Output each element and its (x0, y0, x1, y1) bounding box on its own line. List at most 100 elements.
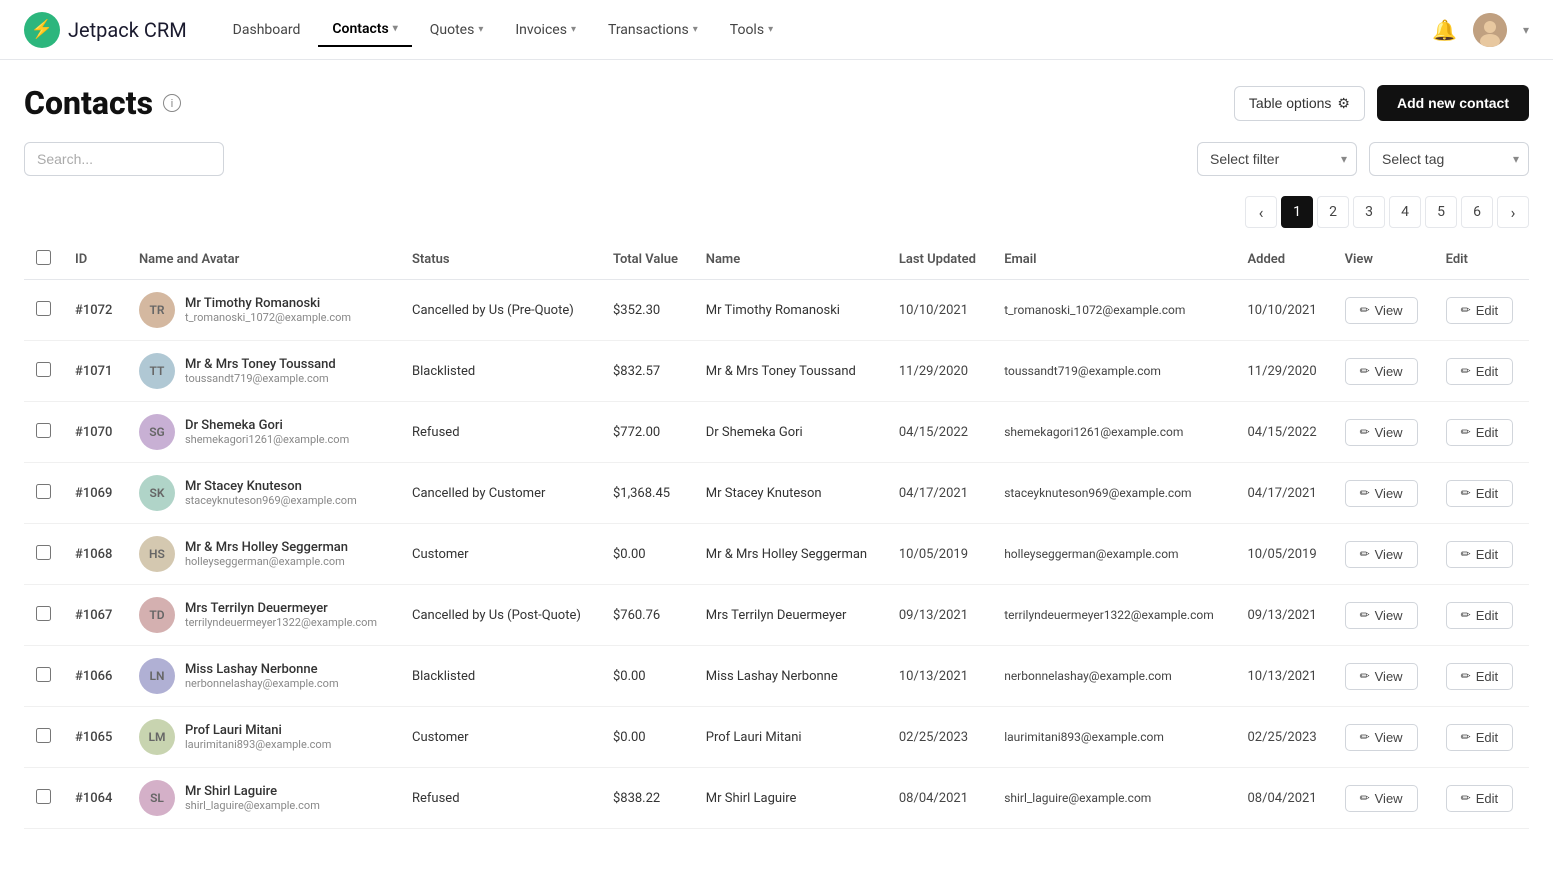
gear-icon: ⚙ (1337, 95, 1350, 112)
table-row: #1068 HS Mr & Mrs Holley Seggerman holle… (24, 524, 1529, 585)
chevron-down-icon: ▾ (693, 24, 698, 35)
row-last-updated: 02/25/2023 (887, 707, 992, 768)
edit-button[interactable]: ✏ Edit (1446, 358, 1513, 385)
row-id: #1065 (63, 707, 127, 768)
view-button[interactable]: ✏ View (1345, 358, 1418, 385)
row-full-name: Mr & Mrs Holley Seggerman (694, 524, 887, 585)
row-total-value: $838.22 (601, 768, 694, 829)
contact-name: Mr Shirl Laguire (185, 784, 320, 799)
bell-icon[interactable]: 🔔 (1432, 18, 1457, 42)
contact-name: Mr & Mrs Holley Seggerman (185, 540, 348, 555)
view-button[interactable]: ✏ View (1345, 541, 1418, 568)
col-name-avatar: Name and Avatar (127, 240, 400, 280)
prev-page-button[interactable]: ‹ (1245, 196, 1277, 228)
edit-button[interactable]: ✏ Edit (1446, 297, 1513, 324)
contact-avatar: TR (139, 292, 175, 328)
next-page-button[interactable]: › (1497, 196, 1529, 228)
row-last-updated: 11/29/2020 (887, 341, 992, 402)
table-header-row: ID Name and Avatar Status Total Value Na… (24, 240, 1529, 280)
chevron-down-icon: ▾ (478, 24, 483, 35)
row-checkbox[interactable] (36, 362, 51, 377)
row-added: 11/29/2020 (1235, 341, 1332, 402)
row-last-updated: 04/17/2021 (887, 463, 992, 524)
filter-select[interactable]: Select filter (1197, 142, 1357, 176)
view-button[interactable]: ✏ View (1345, 724, 1418, 751)
nav-item-transactions[interactable]: Transactions ▾ (594, 14, 712, 46)
row-checkbox[interactable] (36, 301, 51, 316)
row-checkbox[interactable] (36, 728, 51, 743)
row-checkbox[interactable] (36, 423, 51, 438)
table-options-button[interactable]: Table options ⚙ (1234, 86, 1365, 121)
row-total-value: $772.00 (601, 402, 694, 463)
edit-button[interactable]: ✏ Edit (1446, 541, 1513, 568)
edit-button[interactable]: ✏ Edit (1446, 663, 1513, 690)
contact-avatar: SG (139, 414, 175, 450)
contact-info: Mr Stacey Knuteson staceyknuteson969@exa… (185, 479, 357, 507)
edit-button[interactable]: ✏ Edit (1446, 785, 1513, 812)
edit-button[interactable]: ✏ Edit (1446, 419, 1513, 446)
pagination: ‹ 1 2 3 4 5 6 › (0, 196, 1553, 240)
contacts-table: ID Name and Avatar Status Total Value Na… (24, 240, 1529, 829)
page-button-4[interactable]: 4 (1389, 196, 1421, 228)
nav-item-dashboard[interactable]: Dashboard (219, 14, 315, 46)
avatar[interactable] (1473, 13, 1507, 47)
contact-name: Prof Lauri Mitani (185, 723, 331, 738)
edit-icon: ✏ (1360, 669, 1370, 683)
view-button[interactable]: ✏ View (1345, 419, 1418, 446)
row-checkbox-cell (24, 585, 63, 646)
contact-avatar: TT (139, 353, 175, 389)
select-all-checkbox[interactable] (36, 250, 51, 265)
logo[interactable]: ⚡ Jetpack CRM (24, 12, 187, 48)
row-last-updated: 10/10/2021 (887, 280, 992, 341)
view-button[interactable]: ✏ View (1345, 663, 1418, 690)
view-button[interactable]: ✏ View (1345, 785, 1418, 812)
row-name-avatar: LM Prof Lauri Mitani laurimitani893@exam… (127, 707, 400, 768)
page-button-2[interactable]: 2 (1317, 196, 1349, 228)
row-id: #1070 (63, 402, 127, 463)
row-id: #1069 (63, 463, 127, 524)
nav-item-tools[interactable]: Tools ▾ (716, 14, 787, 46)
table-row: #1064 SL Mr Shirl Laguire shirl_laguire@… (24, 768, 1529, 829)
contact-email-display: terrilyndeuermeyer1322@example.com (185, 616, 377, 629)
contact-email-display: nerbonnelashay@example.com (185, 677, 339, 690)
tag-select[interactable]: Select tag (1369, 142, 1529, 176)
user-menu-arrow[interactable]: ▾ (1523, 23, 1529, 37)
row-checkbox[interactable] (36, 667, 51, 682)
row-email: t_romanoski_1072@example.com (992, 280, 1235, 341)
contact-avatar: TD (139, 597, 175, 633)
page-button-1[interactable]: 1 (1281, 196, 1313, 228)
contact-name: Dr Shemeka Gori (185, 418, 349, 433)
nav-item-quotes[interactable]: Quotes ▾ (416, 14, 498, 46)
search-input[interactable] (24, 142, 224, 176)
row-total-value: $1,368.45 (601, 463, 694, 524)
view-button[interactable]: ✏ View (1345, 480, 1418, 507)
row-full-name: Mrs Terrilyn Deuermeyer (694, 585, 887, 646)
view-button[interactable]: ✏ View (1345, 297, 1418, 324)
row-checkbox[interactable] (36, 484, 51, 499)
view-button[interactable]: ✏ View (1345, 602, 1418, 629)
row-status: Customer (400, 524, 601, 585)
row-checkbox-cell (24, 524, 63, 585)
edit-icon: ✏ (1461, 730, 1471, 744)
row-checkbox[interactable] (36, 545, 51, 560)
row-email: terrilyndeuermeyer1322@example.com (992, 585, 1235, 646)
nav-item-invoices[interactable]: Invoices ▾ (501, 14, 590, 46)
row-checkbox[interactable] (36, 606, 51, 621)
page-button-5[interactable]: 5 (1425, 196, 1457, 228)
contact-email-display: staceyknuteson969@example.com (185, 494, 357, 507)
col-id: ID (63, 240, 127, 280)
row-full-name: Prof Lauri Mitani (694, 707, 887, 768)
contact-info: Mr Shirl Laguire shirl_laguire@example.c… (185, 784, 320, 812)
edit-button[interactable]: ✏ Edit (1446, 602, 1513, 629)
page-button-3[interactable]: 3 (1353, 196, 1385, 228)
edit-button[interactable]: ✏ Edit (1446, 480, 1513, 507)
page-button-6[interactable]: 6 (1461, 196, 1493, 228)
add-contact-button[interactable]: Add new contact (1377, 85, 1529, 121)
edit-icon: ✏ (1360, 608, 1370, 622)
info-icon[interactable]: i (163, 94, 181, 112)
nav-item-contacts[interactable]: Contacts ▾ (318, 13, 411, 47)
row-edit-cell: ✏ Edit (1434, 402, 1529, 463)
edit-button[interactable]: ✏ Edit (1446, 724, 1513, 751)
row-name-avatar: TT Mr & Mrs Toney Toussand toussandt719@… (127, 341, 400, 402)
row-checkbox[interactable] (36, 789, 51, 804)
